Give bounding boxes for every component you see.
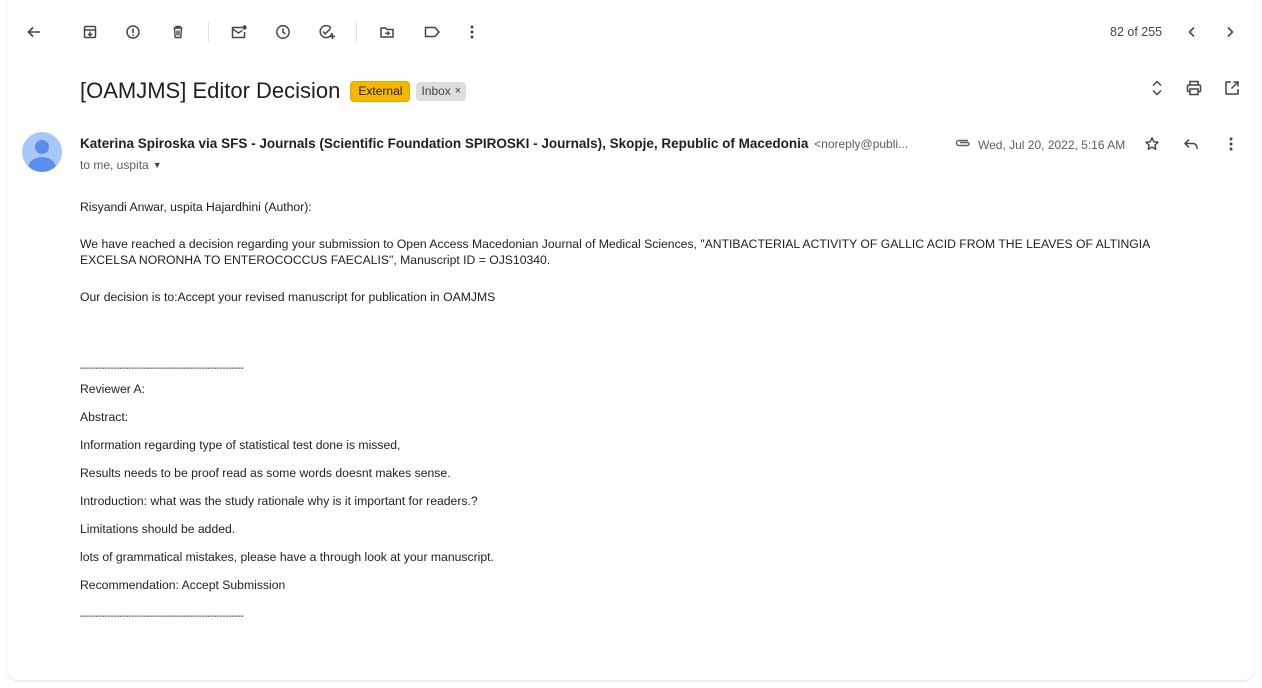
newer-chevron-left-icon[interactable]	[1180, 20, 1204, 44]
star-icon[interactable]	[1141, 133, 1163, 155]
pager-count: 82 of 255	[1110, 25, 1163, 39]
expand-collapse-all-icon[interactable]	[1150, 79, 1164, 102]
message-date: Wed, Jul 20, 2022, 5:16 AM	[978, 138, 1126, 152]
report-spam-icon[interactable]	[121, 20, 145, 44]
print-icon[interactable]	[1185, 79, 1203, 102]
divider-line-2: ----------------------------------------…	[80, 611, 244, 622]
message-more-vertical-icon[interactable]	[1220, 133, 1242, 155]
delete-icon[interactable]	[166, 20, 190, 44]
add-to-tasks-icon[interactable]	[315, 20, 339, 44]
toolbar: 82 of 255	[0, 0, 1262, 64]
external-badge: External	[350, 80, 411, 102]
mark-unread-icon[interactable]	[227, 20, 251, 44]
abstract-heading: Abstract:	[80, 410, 129, 424]
toolbar-divider	[208, 22, 209, 42]
label-icon[interactable]	[420, 20, 444, 44]
body-paragraph: We have reached a decision regarding you…	[80, 237, 1151, 251]
message-body: Risyandi Anwar, uspita Hajardhini (Autho…	[80, 199, 1240, 623]
inbox-label-text: Inbox	[421, 83, 451, 98]
move-to-icon[interactable]	[375, 20, 399, 44]
more-vertical-icon[interactable]	[460, 20, 484, 44]
person-icon	[28, 140, 56, 172]
attachment-icon	[954, 136, 972, 150]
review-comment: Information regarding type of statistica…	[80, 438, 401, 452]
snooze-icon[interactable]	[271, 20, 295, 44]
review-comment: lots of grammatical mistakes, please hav…	[80, 550, 494, 564]
review-comment: Limitations should be added.	[80, 522, 236, 536]
older-chevron-right-icon[interactable]	[1218, 20, 1242, 44]
decision-line: Our decision is to:Accept your revised m…	[80, 290, 496, 304]
sender-line: Katerina Spiroska via SFS - Journals (Sc…	[80, 136, 908, 151]
sender-avatar[interactable]	[22, 132, 62, 172]
back-arrow-icon[interactable]	[22, 20, 46, 44]
recipients-text: to me, uspita	[80, 158, 149, 172]
recommendation: Recommendation: Accept Submission	[80, 578, 286, 592]
recipients-line[interactable]: to me, uspita ▼	[80, 158, 162, 172]
inbox-label-chip[interactable]: Inbox ×	[416, 81, 467, 101]
show-details-caret-icon[interactable]: ▼	[153, 160, 162, 170]
reply-icon[interactable]	[1180, 133, 1202, 155]
body-paragraph-cont: EXCELSA NORONHA TO ENTEROCOCCUS FAECALIS…	[80, 253, 551, 267]
greeting: Risyandi Anwar, uspita Hajardhini (Autho…	[80, 200, 312, 214]
remove-label-close-icon[interactable]: ×	[455, 84, 461, 99]
review-comment: Results needs to be proof read as some w…	[80, 466, 451, 480]
toolbar-divider	[356, 22, 357, 42]
sender-email: <noreply@publi...	[814, 137, 909, 151]
review-comment: Introduction: what was the study rationa…	[80, 494, 478, 508]
archive-icon[interactable]	[78, 20, 102, 44]
email-subject: [OAMJMS] Editor Decision	[80, 78, 341, 103]
divider-line: ----------------------------------------…	[80, 363, 244, 374]
open-new-window-icon[interactable]	[1223, 79, 1241, 102]
reviewer-heading: Reviewer A:	[80, 382, 146, 396]
subject-row: [OAMJMS] Editor Decision External Inbox …	[80, 76, 467, 106]
sender-name[interactable]: Katerina Spiroska via SFS - Journals (Sc…	[80, 136, 808, 151]
